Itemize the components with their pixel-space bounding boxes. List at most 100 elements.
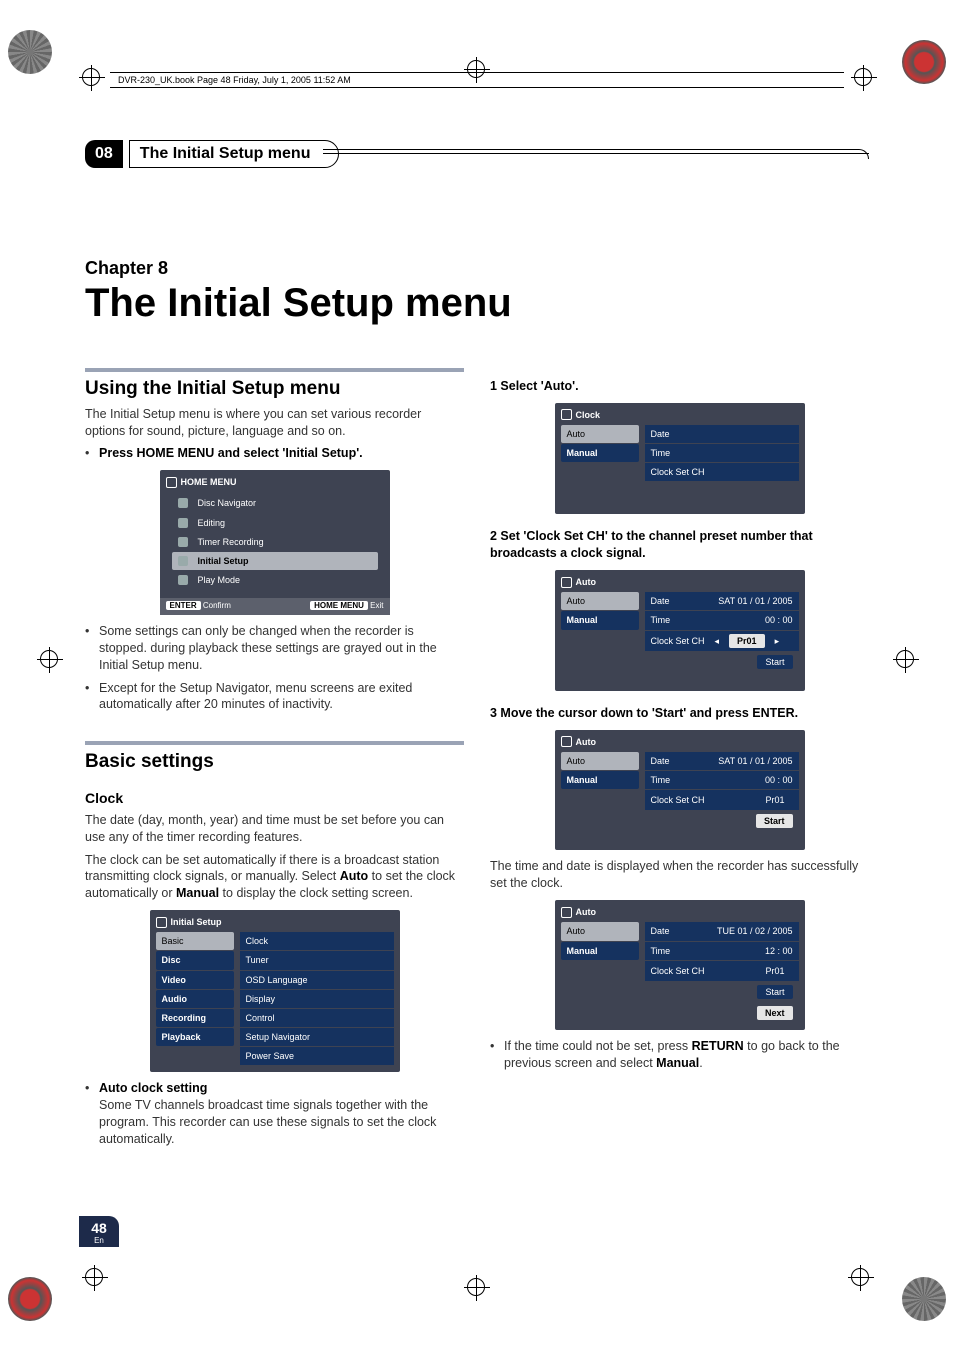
registration-mark [467,1278,485,1296]
success-paragraph: The time and date is displayed when the … [490,858,869,892]
step-1: 1 Select 'Auto'. [490,378,869,395]
gear-icon [156,917,167,928]
page-lang: En [79,1236,119,1245]
chapter-label: Chapter 8 [85,258,869,279]
footer-exit: Exit [370,601,383,610]
label-date: Date [651,595,670,607]
osd-title: Auto [576,736,597,748]
nav-item: Playback [156,1028,234,1046]
registration-mark [896,650,914,668]
timer-icon [178,537,188,547]
label-date: Date [651,925,670,937]
nav-item: Auto [561,922,639,940]
heading-using-initial-setup: Using the Initial Setup menu [85,368,464,402]
option-item: Clock Set CH [645,463,799,481]
osd-title: HOME MENU [181,476,237,488]
start-button: Start [757,985,792,999]
value-channel: Pr01 [757,793,792,807]
disc-navigator-icon [178,498,188,508]
nav-item: Manual [561,611,639,629]
value-date: SAT 01 / 01 / 2005 [718,755,792,767]
nav-item: Audio [156,990,234,1008]
print-corner-br [894,1261,954,1321]
using-paragraph: The Initial Setup menu is where you can … [85,406,464,440]
enter-button-label: ENTER [166,601,201,610]
page-footer: 48 En [79,1216,119,1247]
value-time: 12 : 00 [765,945,793,957]
registration-mark [85,1268,103,1286]
menu-item: Disc Navigator [198,497,257,509]
value-time: 00 : 00 [765,614,793,626]
osd-title: Clock [576,409,601,421]
gear-icon [561,577,572,588]
return-note: If the time could not be set, press RETU… [504,1038,869,1072]
option-item: Setup Navigator [240,1028,394,1046]
print-corner-tr [894,40,954,100]
value-time: 00 : 00 [765,774,793,786]
option-item: Time [645,444,799,462]
option-item: OSD Language [240,971,394,989]
auto-clock-setting-heading: Auto clock setting [99,1081,207,1095]
book-meta-header: DVR-230_UK.book Page 48 Friday, July 1, … [110,72,844,88]
label-time: Time [651,774,671,786]
osd-auto-step3: Auto Auto Manual DateSAT 01 / 01 / 2005 … [555,730,805,851]
nav-item: Recording [156,1009,234,1027]
section-title: The Initial Setup menu [129,140,340,168]
footer-confirm: Confirm [203,601,231,610]
option-item: Control [240,1009,394,1027]
value-channel: Pr01 [757,964,792,978]
osd-title: Auto [576,906,597,918]
option-item: Clock [240,932,394,950]
registration-mark [854,68,872,86]
homemenu-button-label: HOME MENU [310,601,368,610]
registration-mark [82,68,100,86]
start-button: Start [757,655,792,669]
clock-para-1: The date (day, month, year) and time mus… [85,812,464,846]
option-item: Power Save [240,1047,394,1065]
label-time: Time [651,945,671,957]
osd-clock-step1: Clock Auto Manual Date Time Clock Set CH [555,403,805,515]
heading-basic-settings: Basic settings [85,741,464,775]
print-corner-tl [0,30,60,90]
step-2: 2 Set 'Clock Set CH' to the channel pres… [490,528,869,562]
registration-mark [851,1268,869,1286]
gear-icon [178,556,188,566]
section-header: 08 The Initial Setup menu [85,140,869,168]
chapter-title: The Initial Setup menu [85,281,869,326]
auto-clock-setting-para: Some TV channels broadcast time signals … [99,1097,464,1148]
nav-item: Manual [561,444,639,462]
label-clock-set-ch: Clock Set CH [651,635,705,647]
option-item: Date [645,425,799,443]
step-3: 3 Move the cursor down to 'Start' and pr… [490,705,869,722]
nav-item: Auto [561,752,639,770]
osd-auto-result: Auto Auto Manual DateTUE 01 / 02 / 2005 … [555,900,805,1030]
note-item: Some settings can only be changed when t… [99,623,464,674]
registration-mark [40,650,58,668]
value-channel: Pr01 [729,634,765,648]
label-clock-set-ch: Clock Set CH [651,965,705,977]
nav-item: Manual [561,771,639,789]
right-arrow-icon: ▸ [775,635,780,647]
left-column: Using the Initial Setup menu The Initial… [85,364,464,1154]
nav-item: Video [156,971,234,989]
section-number: 08 [85,140,123,168]
osd-initial-setup: Initial Setup Basic Disc Video Audio Rec… [150,910,400,1072]
label-date: Date [651,755,670,767]
start-button: Start [756,814,793,828]
osd-title: Initial Setup [171,916,222,928]
nav-item: Manual [561,942,639,960]
gear-icon [561,736,572,747]
print-corner-bl [0,1261,60,1321]
home-icon [166,477,177,488]
left-arrow-icon: ◂ [715,635,720,647]
osd-title: Auto [576,576,597,588]
gear-icon [561,907,572,918]
menu-item: Editing [198,517,226,529]
label-clock-set-ch: Clock Set CH [651,794,705,806]
menu-item: Timer Recording [198,536,264,548]
note-item: Except for the Setup Navigator, menu scr… [99,680,464,714]
nav-item: Basic [156,932,234,950]
nav-item: Disc [156,951,234,969]
value-date: SAT 01 / 01 / 2005 [718,595,792,607]
label-time: Time [651,614,671,626]
